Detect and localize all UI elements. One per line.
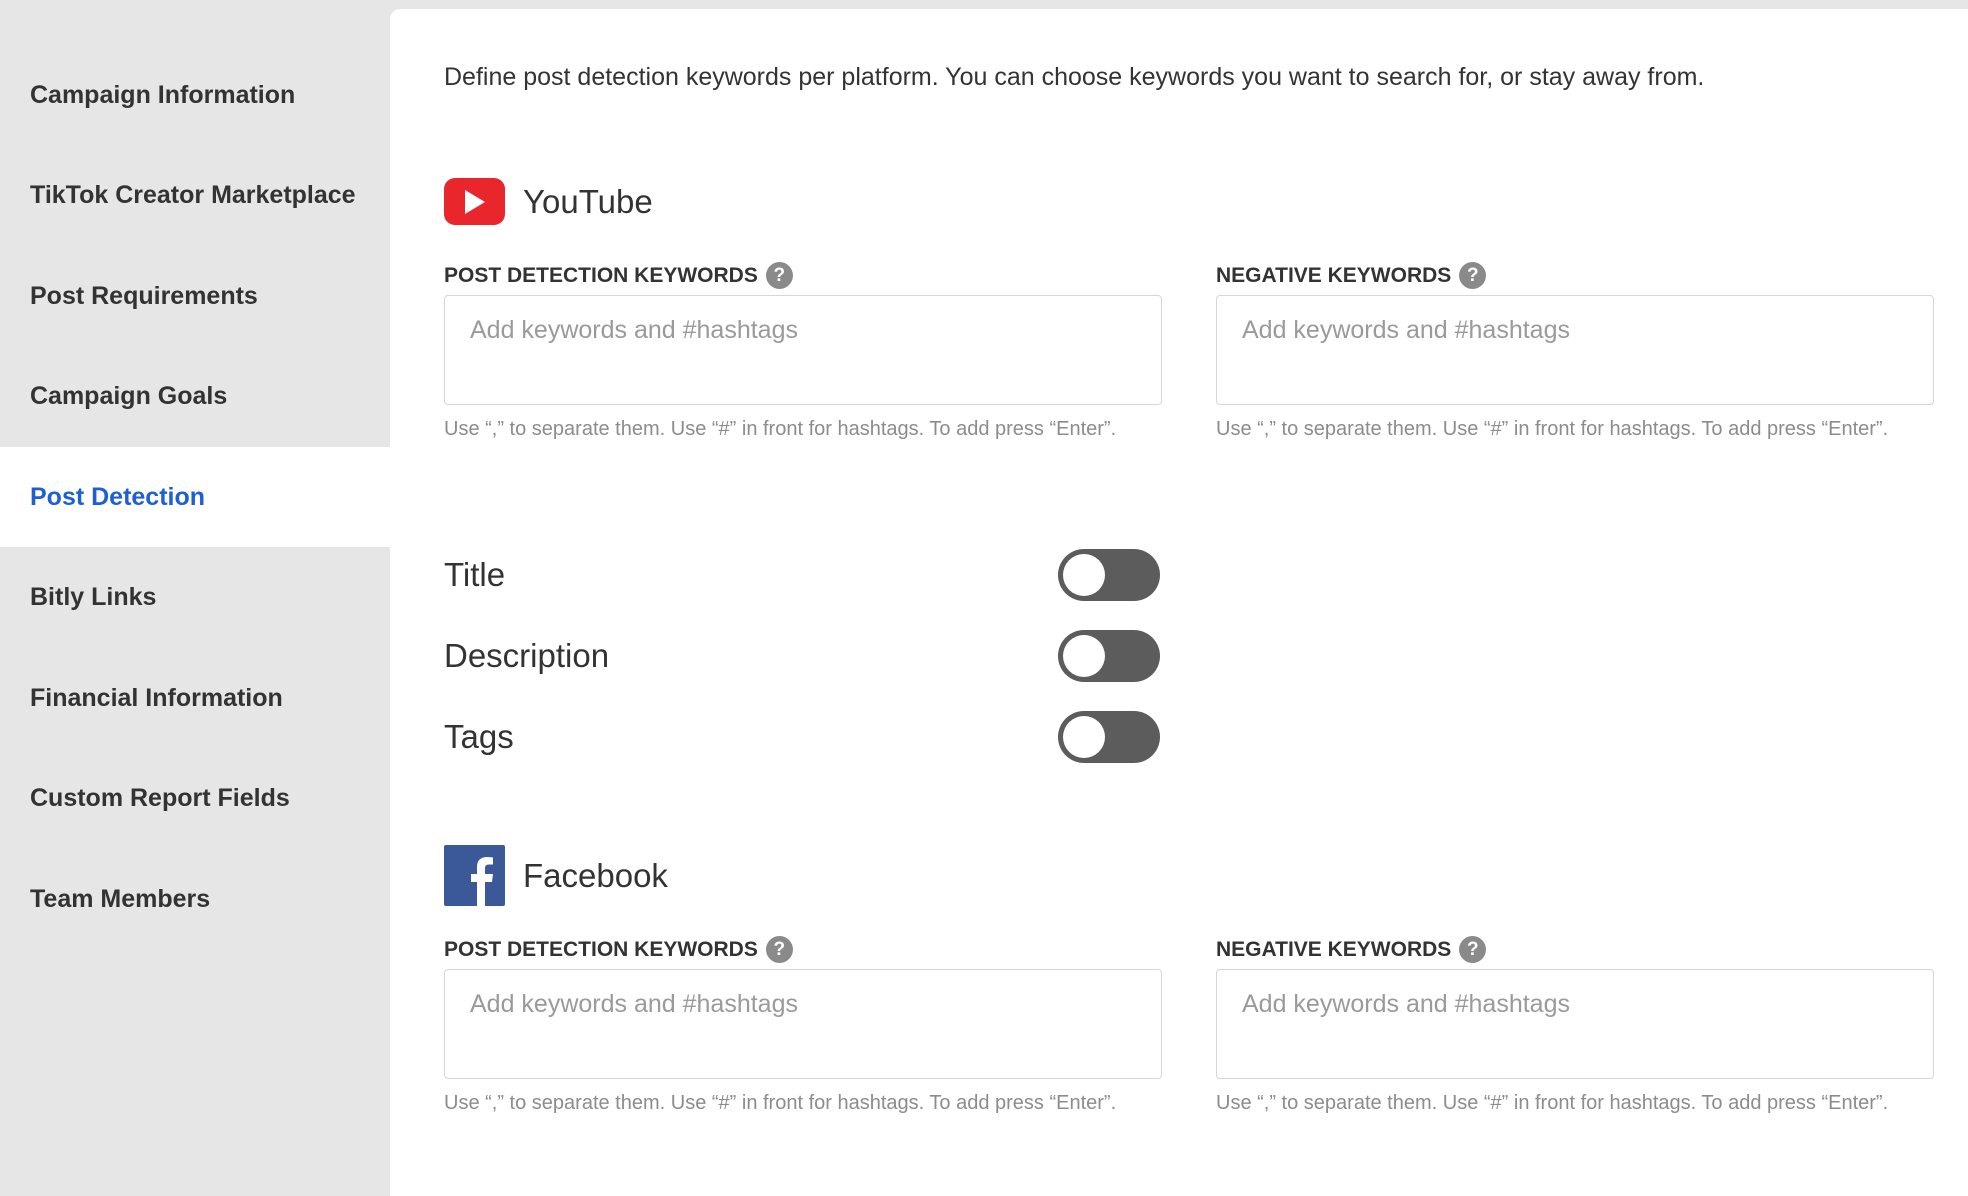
youtube-keywords-hint: Use “,” to separate them. Use “#” in fro… (444, 418, 1117, 440)
main-panel: Define post detection keywords per platf… (390, 9, 1968, 1196)
toggle-label-title: Title (444, 556, 506, 593)
toggle-label-tags: Tags (444, 718, 514, 755)
facebook-title: Facebook (523, 856, 668, 894)
sidebar-item-bitly-links[interactable]: Bitly Links (0, 547, 390, 647)
facebook-header: Facebook (444, 845, 668, 906)
sidebar-item-post-detection[interactable]: Post Detection (0, 447, 390, 547)
sidebar-item-campaign-information[interactable]: Campaign Information (0, 45, 390, 145)
facebook-logo-icon (444, 845, 505, 906)
toggle-row-tags: Tags (444, 711, 1160, 763)
youtube-negative-input[interactable] (1216, 295, 1934, 405)
facebook-keywords-input[interactable] (444, 969, 1162, 1079)
intro-text: Define post detection keywords per platf… (444, 63, 1705, 91)
help-icon[interactable]: ? (765, 936, 793, 963)
facebook-negative-label-text: NEGATIVE KEYWORDS (1216, 937, 1452, 961)
sidebar-item-team-members[interactable]: Team Members (0, 849, 390, 949)
toggle-row-title: Title (444, 549, 1160, 601)
youtube-negative-label-text: NEGATIVE KEYWORDS (1216, 263, 1452, 287)
youtube-keywords-label: POST DETECTION KEYWORDS ? (444, 262, 793, 289)
youtube-keywords-input[interactable] (444, 295, 1162, 405)
youtube-keywords-label-text: POST DETECTION KEYWORDS (444, 263, 758, 287)
toggle-knob (1063, 716, 1105, 758)
title-toggle[interactable] (1058, 549, 1160, 601)
toggle-label-description: Description (444, 637, 610, 674)
toggle-knob (1063, 554, 1105, 596)
youtube-logo-icon (444, 178, 505, 225)
sidebar: Campaign Information TikTok Creator Mark… (0, 0, 390, 1196)
toggle-row-description: Description (444, 630, 1160, 682)
facebook-keywords-label: POST DETECTION KEYWORDS ? (444, 936, 793, 963)
facebook-negative-label: NEGATIVE KEYWORDS ? (1216, 936, 1487, 963)
facebook-negative-hint: Use “,” to separate them. Use “#” in fro… (1216, 1092, 1889, 1114)
sidebar-item-custom-report-fields[interactable]: Custom Report Fields (0, 748, 390, 848)
youtube-negative-label: NEGATIVE KEYWORDS ? (1216, 262, 1487, 289)
facebook-keywords-hint: Use “,” to separate them. Use “#” in fro… (444, 1092, 1117, 1114)
help-icon[interactable]: ? (1459, 262, 1487, 289)
youtube-negative-hint: Use “,” to separate them. Use “#” in fro… (1216, 418, 1889, 440)
help-icon[interactable]: ? (1459, 936, 1487, 963)
sidebar-item-financial-information[interactable]: Financial Information (0, 648, 390, 748)
tags-toggle[interactable] (1058, 711, 1160, 763)
sidebar-item-tiktok-creator-marketplace[interactable]: TikTok Creator Marketplace (0, 145, 390, 245)
facebook-keywords-label-text: POST DETECTION KEYWORDS (444, 937, 758, 961)
youtube-header: YouTube (444, 178, 653, 225)
toggle-knob (1063, 635, 1105, 677)
facebook-negative-input[interactable] (1216, 969, 1934, 1079)
help-icon[interactable]: ? (765, 262, 793, 289)
sidebar-item-post-requirements[interactable]: Post Requirements (0, 246, 390, 346)
description-toggle[interactable] (1058, 630, 1160, 682)
sidebar-item-campaign-goals[interactable]: Campaign Goals (0, 346, 390, 446)
youtube-title: YouTube (523, 182, 653, 220)
